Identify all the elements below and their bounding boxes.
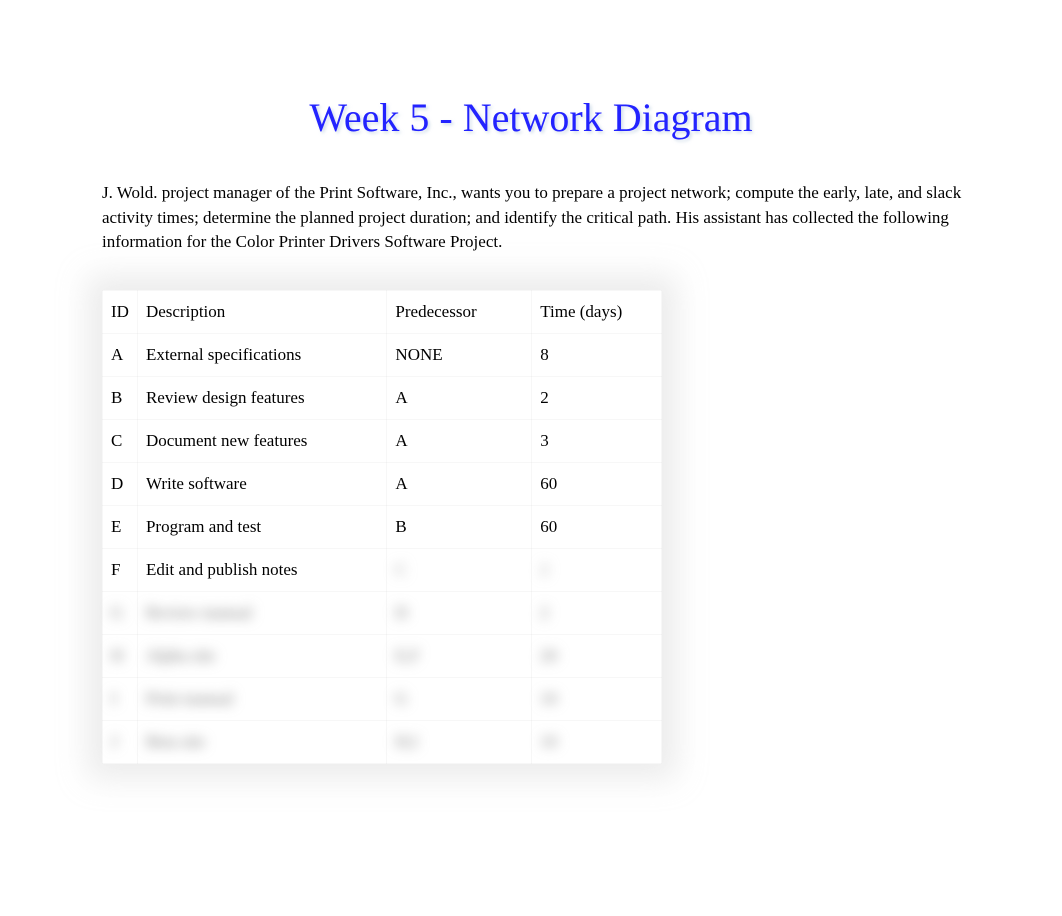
cell-time: 2 xyxy=(532,376,662,419)
cell-id: C xyxy=(103,419,138,462)
intro-paragraph: J. Wold. project manager of the Print So… xyxy=(102,181,962,255)
cell-time: 3 xyxy=(532,419,662,462)
cell-id: H xyxy=(103,634,138,677)
cell-time: 2 xyxy=(532,548,662,591)
page-title: Week 5 - Network Diagram xyxy=(0,94,1062,141)
cell-predecessor: B xyxy=(387,505,532,548)
cell-description: Beta site xyxy=(137,720,386,763)
table-row: FEdit and publish notesC2 xyxy=(103,548,662,591)
cell-predecessor: G xyxy=(387,677,532,720)
cell-id: I xyxy=(103,677,138,720)
table-row: HAlpha siteE,F20 xyxy=(103,634,662,677)
header-id: ID xyxy=(103,290,138,333)
header-predecessor: Predecessor xyxy=(387,290,532,333)
cell-predecessor: A xyxy=(387,376,532,419)
cell-time: 10 xyxy=(532,720,662,763)
cell-predecessor: H,I xyxy=(387,720,532,763)
cell-description: External specifications xyxy=(137,333,386,376)
cell-predecessor: A xyxy=(387,462,532,505)
cell-time: 20 xyxy=(532,634,662,677)
activity-table: ID Description Predecessor Time (days) A… xyxy=(102,290,662,764)
cell-description: Review design features xyxy=(137,376,386,419)
cell-id: A xyxy=(103,333,138,376)
cell-description: Write software xyxy=(137,462,386,505)
table-row: IPrint manualG10 xyxy=(103,677,662,720)
cell-predecessor: C xyxy=(387,548,532,591)
cell-time: 10 xyxy=(532,677,662,720)
cell-time: 2 xyxy=(532,591,662,634)
cell-description: Document new features xyxy=(137,419,386,462)
cell-time: 60 xyxy=(532,505,662,548)
cell-predecessor: NONE xyxy=(387,333,532,376)
header-description: Description xyxy=(137,290,386,333)
cell-description: Review manual xyxy=(137,591,386,634)
table-row: BReview design featuresA2 xyxy=(103,376,662,419)
cell-id: F xyxy=(103,548,138,591)
cell-time: 60 xyxy=(532,462,662,505)
cell-time: 8 xyxy=(532,333,662,376)
cell-predecessor: A xyxy=(387,419,532,462)
cell-id: J xyxy=(103,720,138,763)
table-row: EProgram and testB60 xyxy=(103,505,662,548)
table-row: AExternal specificationsNONE8 xyxy=(103,333,662,376)
table-row: DWrite softwareA60 xyxy=(103,462,662,505)
cell-description: Print manual xyxy=(137,677,386,720)
table-row: GReview manualD2 xyxy=(103,591,662,634)
table-row: CDocument new featuresA3 xyxy=(103,419,662,462)
table-row: JBeta siteH,I10 xyxy=(103,720,662,763)
cell-id: B xyxy=(103,376,138,419)
header-time: Time (days) xyxy=(532,290,662,333)
table-header-row: ID Description Predecessor Time (days) xyxy=(103,290,662,333)
activity-table-container: ID Description Predecessor Time (days) A… xyxy=(102,290,662,764)
cell-id: E xyxy=(103,505,138,548)
cell-id: D xyxy=(103,462,138,505)
cell-predecessor: D xyxy=(387,591,532,634)
cell-description: Alpha site xyxy=(137,634,386,677)
cell-description: Edit and publish notes xyxy=(137,548,386,591)
cell-id: G xyxy=(103,591,138,634)
cell-description: Program and test xyxy=(137,505,386,548)
cell-predecessor: E,F xyxy=(387,634,532,677)
